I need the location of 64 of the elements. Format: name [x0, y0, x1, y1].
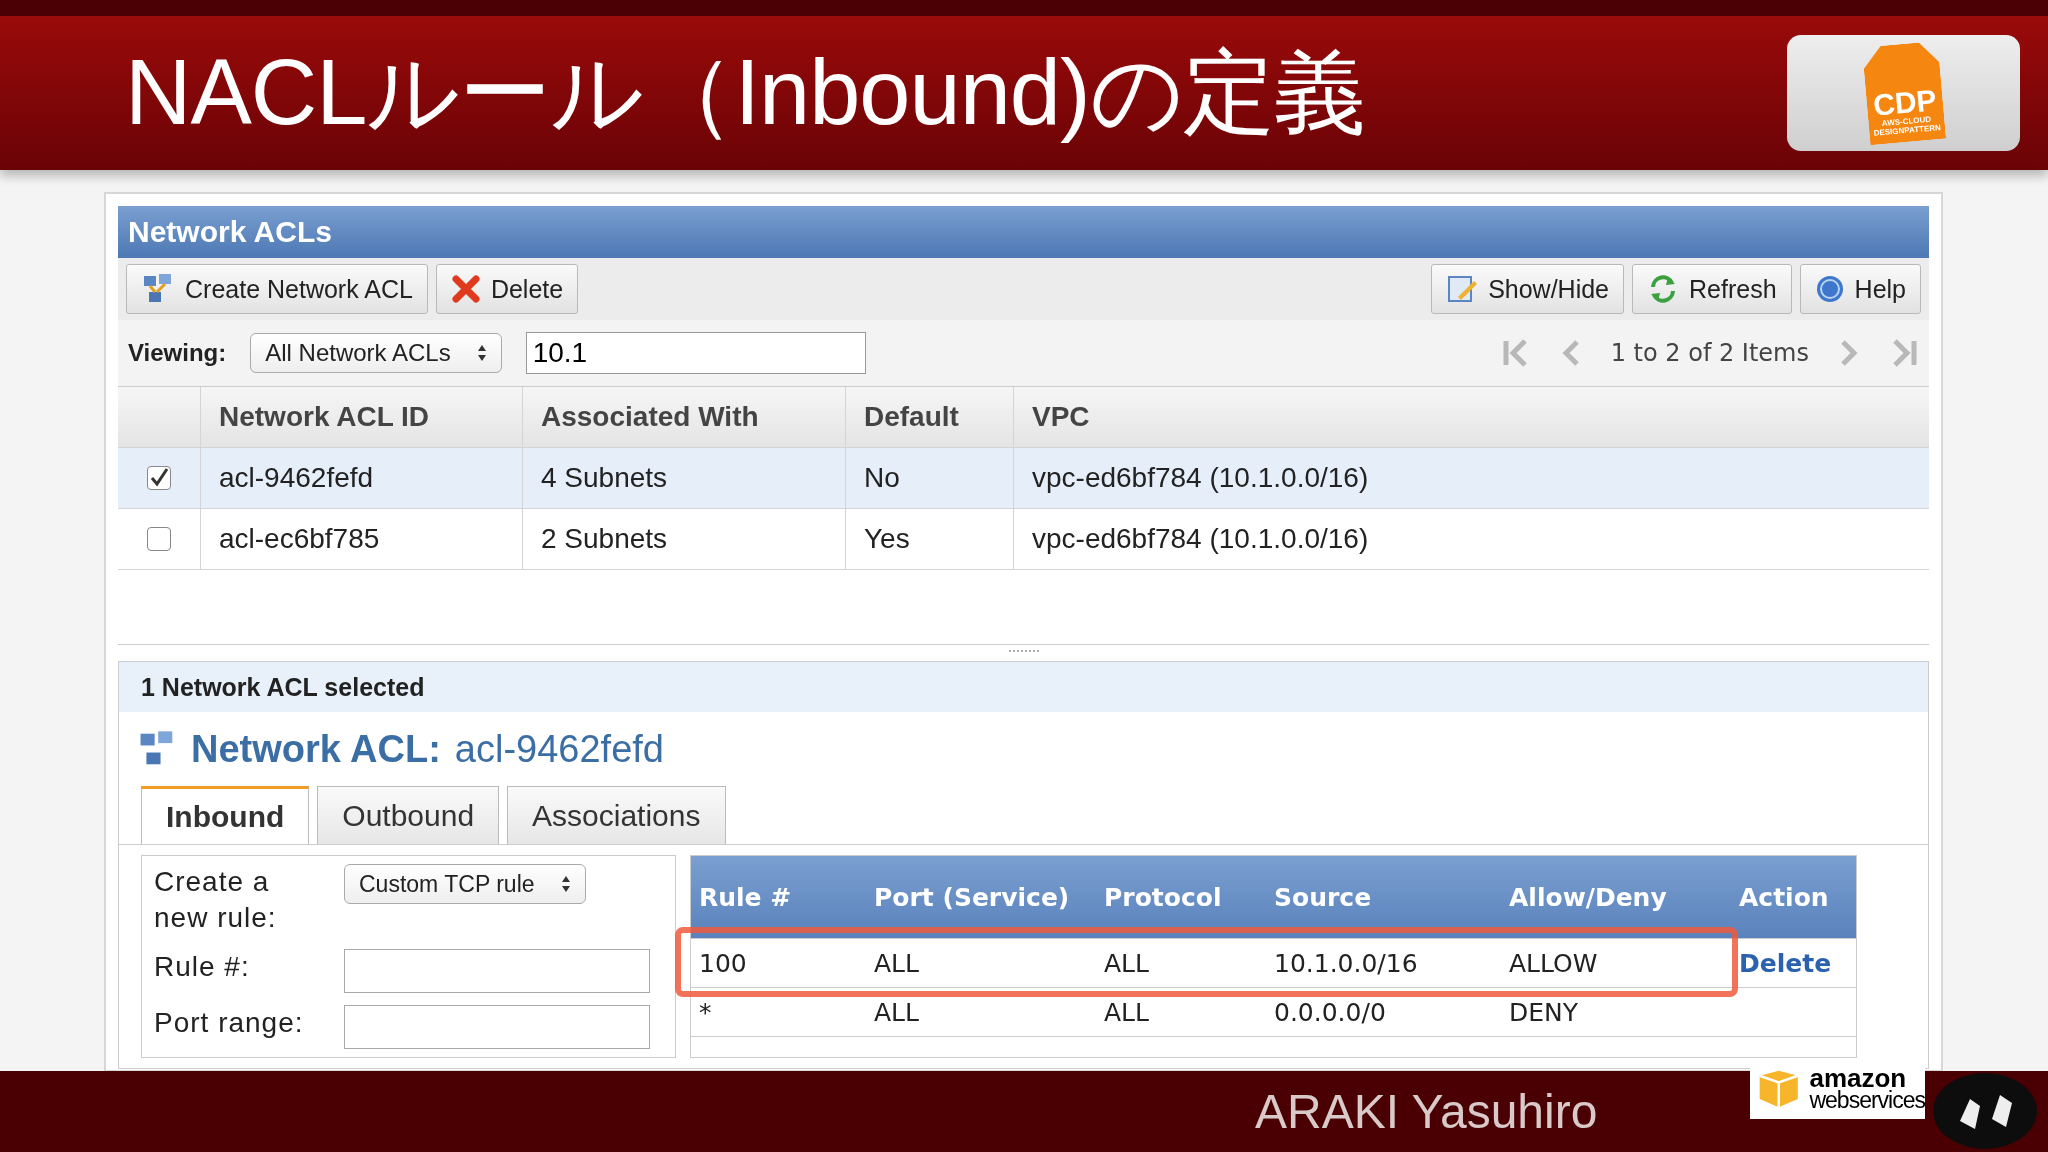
table-cell-text: DENY — [1508, 997, 1580, 1027]
column-header: Rule # — [698, 884, 793, 910]
input-field[interactable] — [344, 948, 650, 993]
filter-field[interactable]: 10.1 — [525, 332, 866, 374]
tab[interactable]: Associations — [507, 786, 726, 844]
logo-word: amazon — [1809, 1066, 1907, 1091]
cross-icon — [450, 274, 481, 304]
row-checkbox[interactable] — [147, 527, 171, 551]
column-header: Protocol — [1103, 884, 1223, 910]
table-cell-text: 10.1.0.0/16 — [1273, 948, 1419, 978]
toolbar-button[interactable]: Show/Hide — [1431, 264, 1625, 314]
table-cell-text: ALL — [1103, 948, 1150, 978]
row-checkbox[interactable] — [147, 466, 171, 490]
column-header: Allow/Deny — [1508, 884, 1668, 910]
table-cell-text: vpc-ed6bf784 (10.1.0.0/16) — [1031, 522, 1370, 556]
toolbar-button[interactable]: Delete — [435, 264, 579, 314]
delete-link[interactable]: Delete — [1739, 948, 1832, 978]
column-header: Source — [1273, 884, 1373, 910]
table-cell: acl-9462fefd — [201, 448, 523, 508]
pencil-icon — [1446, 273, 1479, 305]
viewing-label: Viewing: — [128, 339, 227, 367]
toolbar-button[interactable]: Help — [1799, 264, 1921, 314]
column-header: Port (Service) — [873, 884, 1071, 910]
detail-heading-label: Network ACL: — [191, 727, 441, 771]
help-icon — [1814, 274, 1845, 304]
column-header[interactable]: VPC — [1014, 387, 1929, 447]
table-cell: Yes — [846, 509, 1014, 569]
rule-type-select[interactable]: Custom TCP rule — [344, 864, 586, 904]
create-rule-label: Create a new rule: — [154, 865, 278, 936]
ninja-emblem-icon — [1930, 1071, 2040, 1151]
table-cell-text: ALLOW — [1508, 948, 1599, 978]
pager-text: 1 to 2 of 2 Items — [1610, 339, 1809, 367]
table-cell-text: * — [698, 997, 713, 1027]
field-label: Rule #: — [154, 949, 251, 984]
table-cell: 2 Subnets — [523, 509, 846, 569]
column-header[interactable]: Default — [846, 387, 1014, 447]
toolbar-button[interactable]: Create Network ACL — [126, 264, 428, 314]
panel-title: Network ACLs — [118, 206, 1929, 258]
table-cell-text: ALL — [1103, 997, 1150, 1027]
author-name: ARAKI Yasuhiro — [1255, 1084, 1598, 1139]
table-cell-text: vpc-ed6bf784 (10.1.0.0/16) — [1031, 461, 1370, 495]
field-label: Port range: — [154, 1005, 305, 1040]
table-cell: No — [846, 448, 1014, 508]
tab[interactable]: Inbound — [141, 786, 310, 844]
toolbar-button[interactable]: Refresh — [1632, 264, 1792, 314]
slide-title: NACLルール（Inbound)の定義 — [125, 40, 1365, 145]
viewing-select[interactable]: All Network ACLs — [250, 333, 502, 373]
selection-summary: 1 Network ACL selected — [119, 662, 1928, 712]
column-header[interactable]: Network ACL ID — [201, 387, 523, 447]
table-cell-text: ALL — [873, 997, 920, 1027]
detail-heading-value: acl-9462fefd — [454, 727, 664, 771]
tab[interactable]: Outbound — [317, 786, 500, 844]
updown-arrows-icon — [560, 875, 571, 893]
table-cell-text: ALL — [873, 948, 920, 978]
table-cell-text: 100 — [698, 948, 748, 978]
table-cell: 4 Subnets — [523, 448, 846, 508]
logo-tagline: DESIGNPATTERN — [1872, 124, 1941, 139]
table-cell: acl-ec6bf785 — [201, 509, 523, 569]
input-field[interactable] — [344, 1004, 650, 1049]
column-header[interactable]: Associated With — [523, 387, 846, 447]
column-header: Action — [1738, 884, 1830, 910]
logo-word: webservices — [1809, 1090, 1925, 1112]
table-cell-text: 0.0.0.0/0 — [1273, 997, 1387, 1027]
updown-arrows-icon — [476, 344, 487, 362]
